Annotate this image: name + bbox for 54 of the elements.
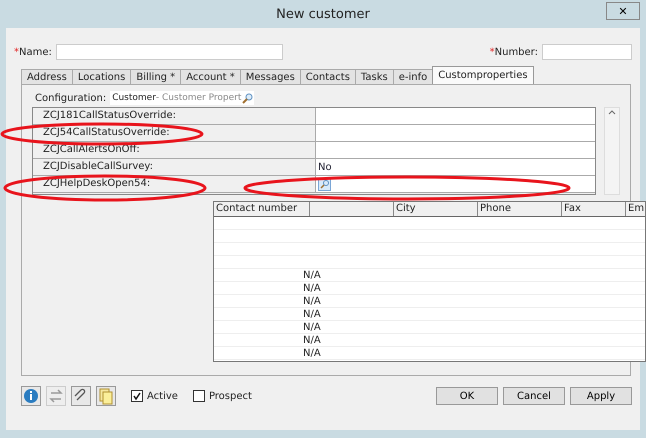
table-row[interactable]: N/A	[214, 282, 645, 295]
table-row[interactable]: N/A	[214, 347, 645, 360]
tab[interactable]: Account *	[180, 69, 241, 84]
tab[interactable]: Tasks	[354, 69, 394, 84]
property-value-field[interactable]	[316, 142, 596, 158]
tab[interactable]: Customproperties	[432, 66, 534, 84]
search-icon[interactable]	[242, 92, 254, 104]
tab[interactable]: Messages	[240, 69, 301, 84]
dialog-button[interactable]: Apply	[570, 387, 632, 405]
property-value-field[interactable]: No	[316, 159, 596, 175]
tab[interactable]: Address	[21, 69, 73, 84]
config-field[interactable]: Customer- Customer Propert	[110, 91, 254, 105]
column-header[interactable]: Em	[626, 202, 645, 216]
scroll-up-icon[interactable]	[607, 108, 618, 116]
table-row[interactable]: N/A	[214, 295, 645, 308]
table-cell: N/A	[303, 295, 321, 308]
property-value-field[interactable]	[316, 125, 596, 141]
table-cell: N/A	[303, 308, 321, 321]
checkbox-label: Active	[147, 390, 178, 402]
dialog-button[interactable]: Cancel	[503, 387, 565, 405]
tab[interactable]: e-info	[392, 69, 434, 84]
field-label: *Name:	[14, 46, 52, 58]
text-field[interactable]	[56, 44, 283, 60]
documents-icon[interactable]	[96, 386, 116, 406]
swap-arrows-icon[interactable]	[46, 386, 66, 406]
config-label: Configuration:	[35, 92, 106, 104]
field-label: *Number:	[490, 46, 538, 58]
table-cell: N/A	[303, 282, 321, 295]
scrollbar[interactable]	[604, 107, 620, 195]
text-field[interactable]	[542, 44, 632, 60]
table-cell: N/A	[303, 347, 321, 360]
close-button[interactable]: ✕	[606, 2, 640, 20]
table-cell: N/A	[303, 334, 321, 347]
table-row[interactable]: N/A	[214, 308, 645, 321]
dialog-button[interactable]: OK	[436, 387, 498, 405]
column-header[interactable]: City	[394, 202, 478, 216]
checkbox[interactable]	[131, 390, 143, 402]
window-title: New customer	[276, 6, 370, 22]
tab[interactable]: Locations	[72, 69, 132, 84]
table-cell: N/A	[303, 269, 321, 282]
table-row[interactable]: N/A	[214, 334, 645, 347]
checkbox-label: Prospect	[208, 390, 252, 402]
property-value-field[interactable]	[316, 108, 596, 124]
table-row[interactable]: N/A	[214, 269, 645, 282]
column-header[interactable]: Fax	[562, 202, 626, 216]
tab[interactable]: Billing *	[130, 69, 182, 84]
info-icon[interactable]	[21, 386, 41, 406]
paperclip-icon[interactable]	[71, 386, 91, 406]
column-header[interactable]: Phone	[478, 202, 562, 216]
table-cell: N/A	[303, 321, 321, 334]
column-header[interactable]: Contact number	[214, 202, 310, 216]
tab[interactable]: Contacts	[300, 69, 356, 84]
table-row[interactable]: N/A	[214, 321, 645, 334]
checkbox[interactable]	[192, 390, 205, 402]
